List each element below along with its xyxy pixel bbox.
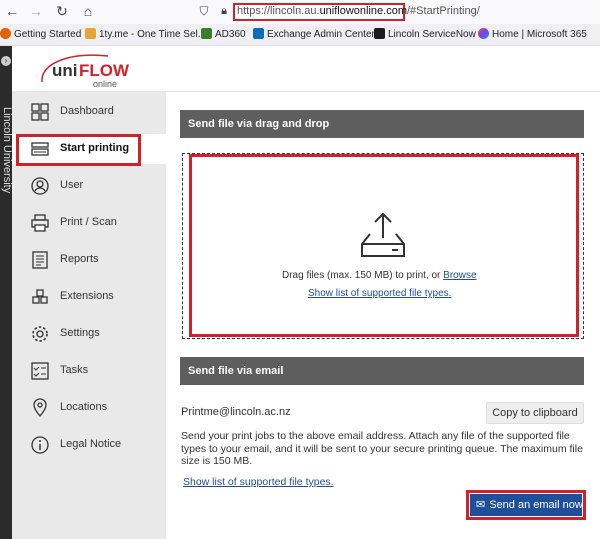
- bookmark-ad360[interactable]: AD360: [201, 28, 246, 42]
- extensions-icon: [32, 289, 48, 304]
- logo-uni: uni: [52, 61, 78, 80]
- app-header: uni FLOW online: [12, 46, 600, 92]
- sidebar-item-user[interactable]: User: [12, 171, 166, 201]
- dragdrop-section-header: Send file via drag and drop: [180, 110, 584, 138]
- bookmark-servicenow[interactable]: Lincoln ServiceNow: [374, 28, 476, 42]
- upload-icon: [361, 212, 405, 257]
- browse-link[interactable]: Browse: [443, 270, 476, 281]
- sidebar-item-legal-notice[interactable]: Legal Notice: [12, 430, 166, 460]
- mail-icon: ✉: [476, 499, 486, 511]
- sidebar-item-label: Reports: [60, 253, 99, 265]
- gear-icon: [32, 326, 48, 342]
- sidebar-item-tasks[interactable]: Tasks: [12, 356, 166, 386]
- email-filetypes-link[interactable]: Show list of supported file types.: [183, 476, 334, 488]
- logo-flow: FLOW: [79, 61, 130, 80]
- print-email-address: Printme@lincoln.ac.nz: [181, 406, 291, 418]
- back-arrow-icon[interactable]: ←: [4, 3, 20, 19]
- tasks-icon: [31, 362, 49, 380]
- reports-icon: [32, 251, 48, 269]
- m365-icon: [478, 28, 489, 39]
- user-icon: [31, 177, 49, 195]
- send-email-highlight: ✉ Send an email now: [466, 490, 586, 520]
- sidebar-item-reports[interactable]: Reports: [12, 245, 166, 275]
- firefox-icon: [0, 28, 11, 39]
- servicenow-icon: [374, 28, 385, 39]
- uniflow-logo[interactable]: uni FLOW online: [38, 52, 130, 89]
- sidebar-item-dashboard[interactable]: Dashboard: [12, 97, 166, 127]
- sidebar-item-label: Tasks: [60, 364, 89, 376]
- bookmark-1ty[interactable]: 1ty.me - One Time Sel...: [85, 28, 206, 42]
- browser-toolbar: ← → ↻ ⌂ ⛉ 🔒︎ https://lincoln.au.uniflowo…: [0, 0, 600, 24]
- sidebar-item-label: Extensions: [60, 290, 114, 302]
- bookmark-getting-started[interactable]: Getting Started: [0, 28, 81, 42]
- drag-instructions: Drag files (max. 150 MB) to print, or Br…: [282, 270, 477, 281]
- logo-online: online: [93, 79, 118, 89]
- url-field[interactable]: https://lincoln.au.uniflowonline.com/#St…: [237, 5, 480, 17]
- dashboard-icon: [31, 103, 49, 121]
- sidebar-item-label: Locations: [60, 401, 108, 413]
- side-strip: › Lincoln University: [0, 46, 13, 539]
- exchange-icon: [253, 28, 264, 39]
- forward-arrow-icon[interactable]: →: [28, 3, 44, 19]
- reload-icon[interactable]: ↻: [54, 3, 70, 19]
- bookmark-microsoft365[interactable]: Home | Microsoft 365: [478, 28, 587, 42]
- expand-icon[interactable]: ›: [1, 56, 11, 66]
- ad360-icon: [201, 28, 212, 39]
- sidebar-item-locations[interactable]: Locations: [12, 393, 166, 423]
- lock-icon[interactable]: 🔒︎: [216, 3, 232, 19]
- sidebar-item-label: Settings: [60, 327, 100, 339]
- sidebar-item-print-scan[interactable]: Print / Scan: [12, 208, 166, 238]
- bookmark-exchange[interactable]: Exchange Admin Center: [253, 28, 375, 42]
- location-icon: [33, 398, 47, 417]
- sidebar-item-label: Legal Notice: [60, 438, 122, 450]
- copy-to-clipboard-button[interactable]: Copy to clipboard: [486, 402, 584, 424]
- sidebar-item-label: Dashboard: [60, 105, 114, 117]
- bookmark-page-icon: [85, 28, 96, 39]
- email-description: Send your print jobs to the above email …: [181, 430, 583, 467]
- sidebar-item-label: User: [60, 179, 84, 191]
- send-email-label: Send an email now: [489, 499, 583, 511]
- bookmarks-bar: Getting Started 1ty.me - One Time Sel...…: [0, 24, 600, 46]
- sidebar-item-settings[interactable]: Settings: [12, 319, 166, 349]
- sidebar-item-label: Print / Scan: [60, 216, 117, 228]
- start-printing-highlight: [16, 134, 141, 166]
- email-section-header: Send file via email: [180, 357, 584, 385]
- printer-icon: [31, 214, 49, 232]
- supported-filetypes-link[interactable]: Show list of supported file types.: [308, 288, 451, 299]
- sidebar-item-extensions[interactable]: Extensions: [12, 282, 166, 312]
- home-icon[interactable]: ⌂: [80, 3, 96, 19]
- shield-icon[interactable]: ⛉: [196, 3, 212, 19]
- info-icon: [31, 436, 49, 454]
- send-email-button[interactable]: ✉ Send an email now: [470, 494, 583, 516]
